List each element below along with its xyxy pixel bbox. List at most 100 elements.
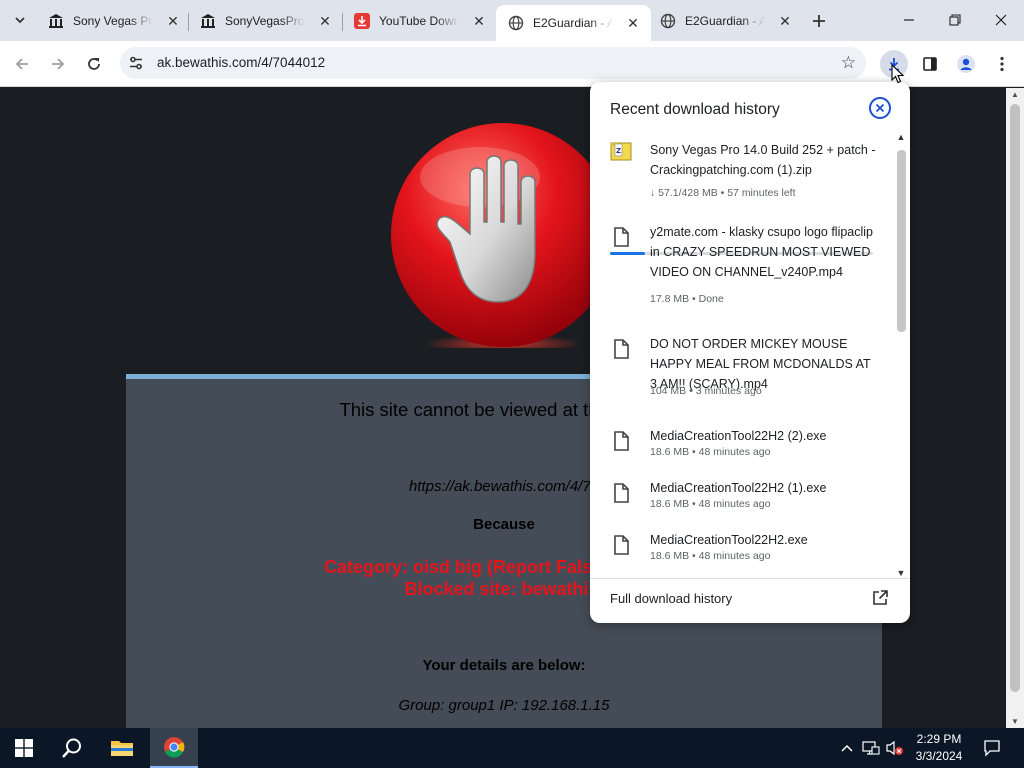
arrow-right-icon [52, 58, 65, 70]
stop-hand-icon [391, 123, 615, 348]
download-file-name[interactable]: MediaCreationTool22H2.exe [650, 530, 876, 550]
reload-button[interactable] [80, 50, 108, 78]
reload-icon [88, 58, 100, 70]
group-ip-line: Group: group1 IP: 192.168.1.15 [398, 697, 610, 714]
scroll-up-arrow-icon[interactable]: ▲ [1006, 90, 1024, 99]
download-status: 18.6 MB • 48 minutes ago [650, 498, 771, 510]
side-panel-icon [923, 57, 937, 71]
download-file-name[interactable]: y2mate.com - klasky csupo logo flipaclip… [650, 222, 876, 282]
open-external-icon[interactable] [871, 589, 889, 607]
tab-e2guardian[interactable]: E2Guardian - A ✕ [648, 5, 803, 37]
details-label: Your details are below: [422, 657, 586, 674]
browser-toolbar: ak.bewathis.com/4/7044012 ☆ [0, 41, 1024, 87]
close-icon [875, 103, 885, 113]
download-item[interactable]: y2mate.com - klasky csupo logo flipaclip… [610, 222, 880, 312]
back-button[interactable] [8, 50, 36, 78]
new-tab-button[interactable] [806, 8, 832, 34]
museum-icon [200, 13, 216, 29]
download-file-name[interactable]: MediaCreationTool22H2 (1).exe [650, 478, 876, 498]
download-status: 104 MB • 3 minutes ago [650, 385, 762, 397]
taskbar-search-button[interactable] [48, 728, 96, 768]
scroll-up-arrow-icon[interactable]: ▲ [895, 132, 907, 142]
menu-button[interactable] [988, 50, 1016, 78]
tab-sonyvegaspro[interactable]: SonyVegasPro 1 ✕ [188, 5, 343, 37]
scrollbar-thumb[interactable] [897, 150, 906, 332]
url-text[interactable]: ak.bewathis.com/4/7044012 [157, 55, 325, 70]
tab-close-icon[interactable]: ✕ [777, 13, 793, 30]
start-button[interactable] [0, 728, 48, 768]
zip-folder-icon: Z [610, 142, 632, 161]
folder-icon [111, 741, 133, 756]
scroll-down-arrow-icon[interactable]: ▼ [895, 568, 907, 578]
download-history-panel: Recent download history Z Sony Vegas Pro… [590, 82, 910, 623]
tab-close-icon[interactable]: ✕ [317, 13, 333, 30]
minimize-icon [904, 19, 914, 21]
search-icon [62, 738, 81, 758]
chrome-icon [164, 737, 185, 758]
restore-icon [949, 14, 961, 26]
scroll-down-arrow-icon[interactable]: ▼ [1006, 717, 1024, 726]
notification-icon [984, 740, 1000, 757]
mouse-cursor-icon [891, 64, 905, 84]
scrollbar-thumb[interactable] [1010, 104, 1020, 692]
site-info-icon[interactable] [128, 55, 144, 71]
tab-title: Sony Vegas Pro [73, 14, 153, 28]
tab-title: SonyVegasPro 1 [225, 14, 305, 28]
network-status-button[interactable] [860, 728, 882, 768]
download-status: 17.8 MB • Done [650, 293, 724, 305]
svg-text:Z: Z [616, 147, 621, 155]
download-list-scrollbar[interactable]: ▲ ▼ [895, 132, 907, 578]
tab-title: E2Guardian - A [685, 14, 765, 28]
clock-time: 2:29 PM [916, 732, 962, 746]
file-icon [614, 339, 629, 359]
restore-button[interactable] [932, 0, 978, 40]
tab-youtube-downloader[interactable]: YouTube Down ✕ [342, 5, 497, 37]
close-window-button[interactable] [978, 0, 1024, 40]
file-icon [614, 483, 629, 503]
arrow-left-icon [15, 58, 28, 70]
kebab-menu-icon [1000, 56, 1004, 72]
download-status: 18.6 MB • 48 minutes ago [650, 446, 771, 458]
taskbar-clock[interactable]: 2:29 PM 3/3/2024 [906, 731, 972, 765]
volume-button[interactable] [884, 728, 906, 768]
tab-title: E2Guardian - A [533, 16, 613, 30]
tab-close-icon[interactable]: ✕ [471, 13, 487, 30]
action-center-button[interactable] [978, 728, 1006, 768]
address-bar[interactable]: ak.bewathis.com/4/7044012 ☆ [120, 47, 866, 79]
tab-e2guardian-active[interactable]: E2Guardian - A ✕ [496, 5, 651, 41]
download-file-name[interactable]: MediaCreationTool22H2 (2).exe [650, 426, 876, 446]
download-status: ↓ 57.1/428 MB • 57 minutes left [650, 187, 796, 199]
plus-icon [813, 15, 825, 27]
globe-icon [508, 15, 524, 31]
full-download-history-link[interactable]: Full download history [590, 578, 910, 623]
file-icon [614, 535, 629, 555]
profile-icon [957, 55, 975, 73]
full-history-label[interactable]: Full download history [610, 591, 732, 606]
taskbar-file-explorer[interactable] [98, 728, 146, 768]
download-item[interactable]: DO NOT ORDER MICKEY MOUSE HAPPY MEAL FRO… [610, 334, 880, 404]
tab-close-icon[interactable]: ✕ [625, 15, 641, 32]
bookmark-star-icon[interactable]: ☆ [841, 53, 856, 73]
download-item[interactable]: MediaCreationTool22H2.exe 18.6 MB • 48 m… [610, 530, 880, 570]
close-panel-button[interactable] [869, 97, 891, 119]
chevron-up-icon [841, 744, 853, 752]
taskbar-chrome[interactable] [150, 728, 198, 768]
minimize-button[interactable] [886, 0, 932, 40]
clock-date: 3/3/2024 [915, 749, 963, 763]
download-item[interactable]: MediaCreationTool22H2 (1).exe 18.6 MB • … [610, 478, 880, 518]
download-item[interactable]: MediaCreationTool22H2 (2).exe 18.6 MB • … [610, 426, 880, 466]
download-status: 18.6 MB • 48 minutes ago [650, 550, 771, 562]
forward-button[interactable] [44, 50, 72, 78]
profile-button[interactable] [952, 50, 980, 78]
side-panel-button[interactable] [916, 50, 944, 78]
tab-search-button[interactable] [6, 8, 34, 32]
download-file-name[interactable]: Sony Vegas Pro 14.0 Build 252 + patch - … [650, 140, 876, 180]
page-scrollbar[interactable]: ▲ ▼ [1006, 88, 1024, 728]
tab-sony-vegas-pro[interactable]: Sony Vegas Pro ✕ [36, 5, 191, 37]
tab-close-icon[interactable]: ✕ [165, 13, 181, 30]
tab-title: YouTube Down [379, 14, 459, 28]
tab-strip: Sony Vegas Pro ✕ SonyVegasPro 1 ✕ YouTub… [0, 0, 1024, 41]
panel-title: Recent download history [610, 101, 780, 118]
file-icon [614, 431, 629, 451]
show-hidden-icons-button[interactable] [838, 728, 856, 768]
